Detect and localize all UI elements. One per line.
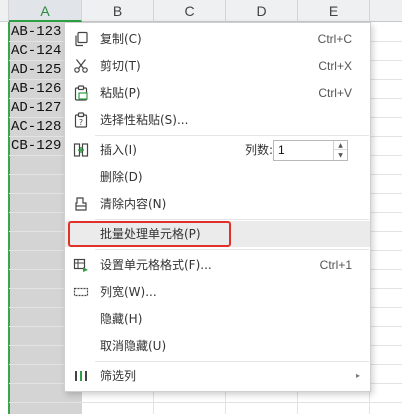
copy-icon <box>73 31 89 47</box>
menu-item-cut[interactable]: 剪切(T) Ctrl+X <box>65 53 370 79</box>
column-header-f[interactable] <box>370 0 402 22</box>
column-count-stepper[interactable]: 1 ▲ ▼ <box>273 140 348 161</box>
menu-item-batch-process-cells[interactable]: 批量处理单元格(P) <box>65 221 370 247</box>
menu-item-paste[interactable]: 粘贴(P) Ctrl+V <box>65 80 370 106</box>
scissors-icon <box>73 58 89 74</box>
shortcut-label: Ctrl+C <box>317 32 352 46</box>
menu-item-clear-contents[interactable]: 清除内容(N) <box>65 191 370 217</box>
menu-item-label: 选择性粘贴(S)... <box>100 113 189 127</box>
menu-item-delete[interactable]: 删除(D) <box>65 164 370 190</box>
eraser-icon <box>73 196 89 212</box>
menu-item-label: 设置单元格格式(F)... <box>100 258 212 272</box>
menu-item-insert[interactable]: 插入(I) 列数: 1 ▲ ▼ <box>65 137 370 163</box>
shortcut-label: Ctrl+V <box>318 86 352 100</box>
menu-item-label: 隐藏(H) <box>100 312 143 326</box>
menu-item-label: 取消隐藏(U) <box>100 339 167 353</box>
menu-item-label: 粘贴(P) <box>100 86 141 100</box>
gridline <box>9 402 402 403</box>
menu-item-label: 批量处理单元格(P) <box>100 227 201 241</box>
menu-item-label: 列宽(W)... <box>100 285 157 299</box>
insert-column-icon <box>73 142 89 158</box>
menu-item-unhide[interactable]: 取消隐藏(U) <box>65 333 370 359</box>
column-count-value[interactable]: 1 <box>278 141 285 160</box>
format-cells-icon <box>73 257 89 273</box>
menu-item-label: 插入(I) <box>100 143 137 157</box>
column-header-e[interactable]: E <box>298 0 370 22</box>
menu-separator <box>95 135 369 136</box>
column-header-a[interactable]: A <box>9 0 82 22</box>
menu-item-label: 筛选列 <box>100 369 137 383</box>
context-menu: 复制(C) Ctrl+C 剪切(T) Ctrl+X 粘贴(P) Ctrl+V ?… <box>64 22 371 392</box>
column-header-b[interactable]: B <box>82 0 154 22</box>
menu-separator <box>95 219 369 220</box>
menu-item-copy[interactable]: 复制(C) Ctrl+C <box>65 26 370 52</box>
svg-text:?: ? <box>79 118 83 127</box>
menu-item-label: 清除内容(N) <box>100 197 167 211</box>
shortcut-label: Ctrl+X <box>318 59 352 73</box>
stepper-down-icon[interactable]: ▼ <box>334 151 347 160</box>
filter-columns-icon <box>73 368 89 384</box>
stepper-up-icon[interactable]: ▲ <box>334 141 347 150</box>
menu-item-label: 剪切(T) <box>100 59 141 73</box>
submenu-arrow-icon: ▸ <box>355 371 360 380</box>
clipboard-icon <box>73 85 89 101</box>
menu-item-label: 复制(C) <box>100 32 142 46</box>
menu-item-format-cells[interactable]: 设置单元格格式(F)... Ctrl+1 <box>65 252 370 278</box>
menu-item-paste-special[interactable]: ? 选择性粘贴(S)... <box>65 107 370 133</box>
select-all-corner[interactable] <box>0 0 9 22</box>
menu-separator <box>95 249 369 250</box>
selection-border <box>8 22 10 414</box>
column-header-c[interactable]: C <box>154 0 226 22</box>
menu-item-column-width[interactable]: 列宽(W)... <box>65 279 370 305</box>
column-count-label: 列数: <box>245 143 274 157</box>
shortcut-label: Ctrl+1 <box>319 258 352 272</box>
stepper-buttons: ▲ ▼ <box>333 141 347 160</box>
menu-item-label: 删除(D) <box>100 170 143 184</box>
column-header-d[interactable]: D <box>226 0 298 22</box>
menu-item-filter-column[interactable]: 筛选列 ▸ <box>65 363 370 389</box>
paste-special-icon: ? <box>73 112 89 128</box>
menu-item-hide[interactable]: 隐藏(H) <box>65 306 370 332</box>
column-width-icon <box>73 284 89 300</box>
menu-separator <box>95 361 369 362</box>
